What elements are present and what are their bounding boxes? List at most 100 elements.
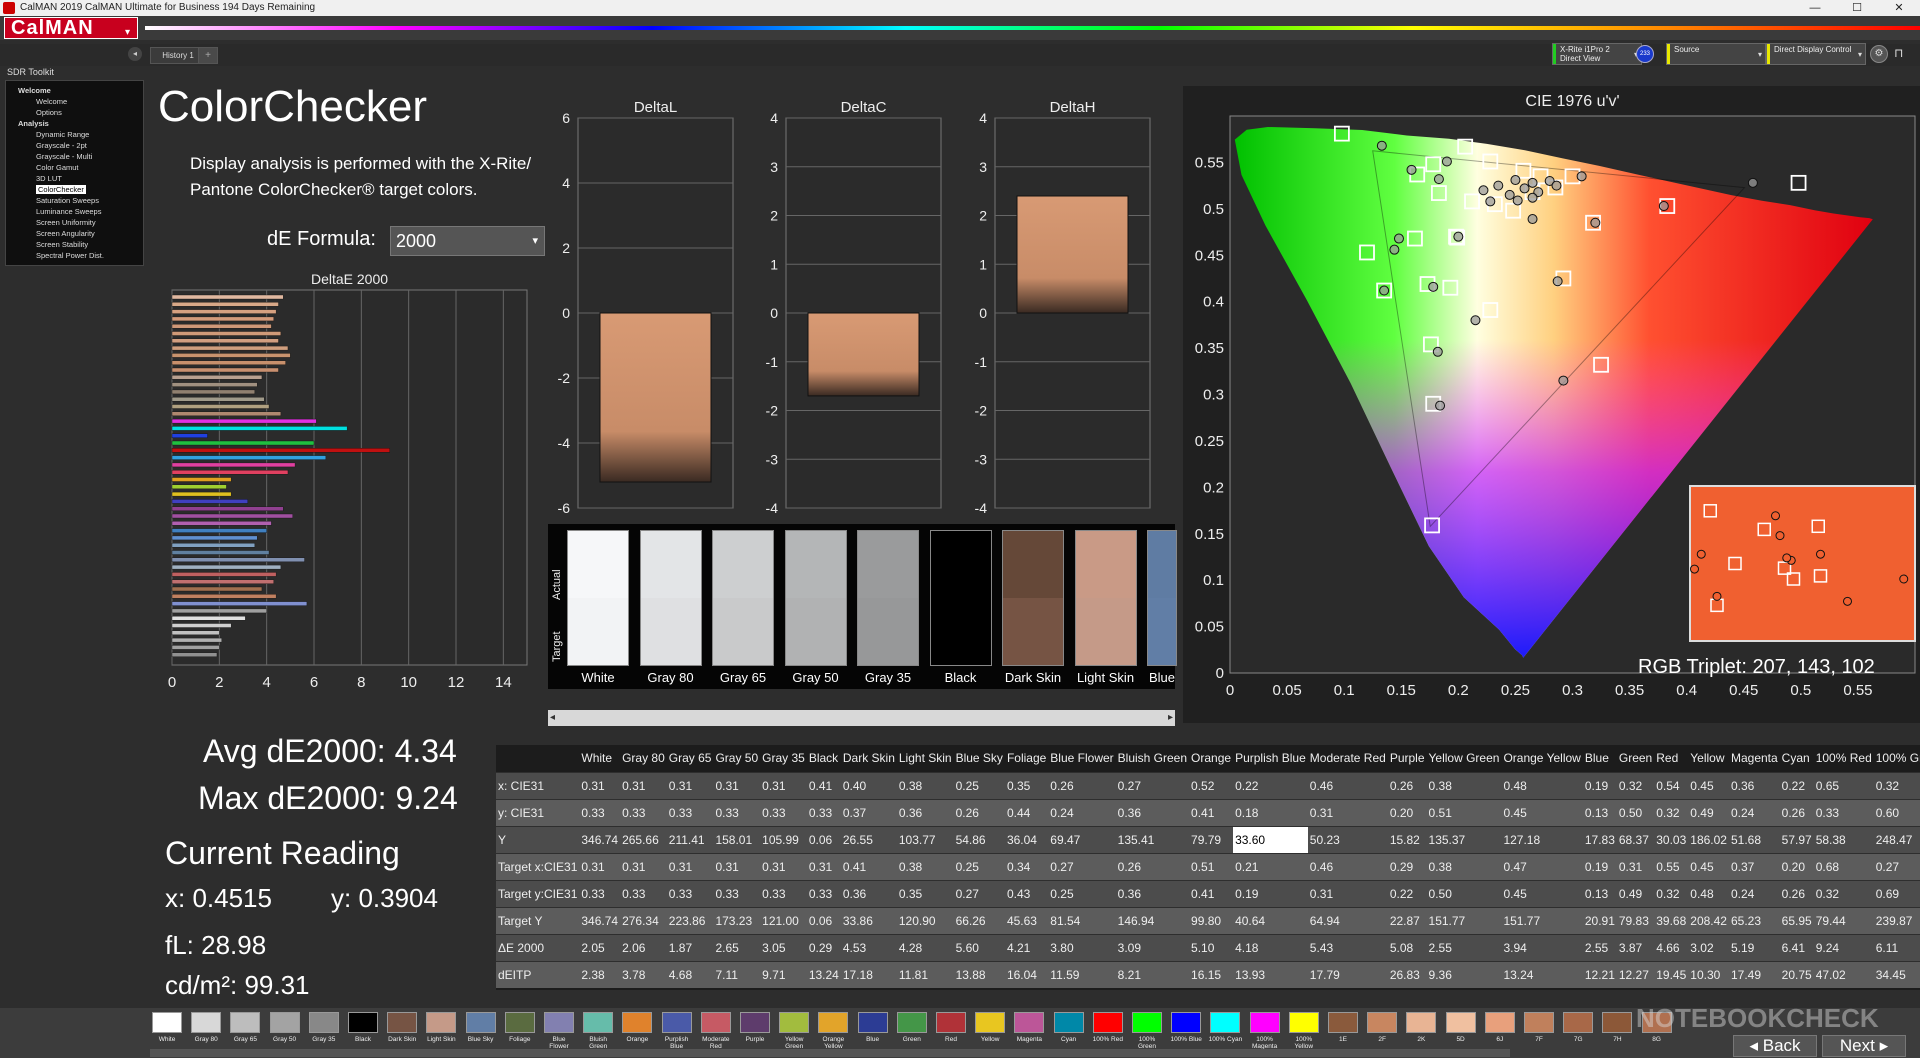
back-button[interactable]: ◂ Back	[1733, 1035, 1817, 1057]
patch-chip[interactable]: 2K	[1404, 1012, 1438, 1052]
calman-window: CalMAN 2019 CalMAN Ultimate for Business…	[0, 0, 1920, 1058]
swatch-scrollbar[interactable]: ◂ ▸	[548, 710, 1175, 726]
patch-chip[interactable]: 100% Magenta	[1248, 1012, 1282, 1052]
deltae-bar	[171, 513, 293, 519]
sidebar-item-grayscale-multi[interactable]: Grayscale - Multi	[14, 151, 143, 162]
patch-chip[interactable]: 100% Cyan	[1208, 1012, 1242, 1052]
patch-chip[interactable]: 100% Red	[1091, 1012, 1125, 1052]
swatch-gray-80[interactable]	[639, 530, 702, 666]
deltae-bar	[171, 469, 289, 475]
patch-chip[interactable]: 100% Blue	[1169, 1012, 1203, 1052]
patch-chip[interactable]: Gray 80	[189, 1012, 223, 1052]
scroll-right-icon[interactable]: ▸	[1168, 712, 1173, 723]
swatch-black[interactable]	[929, 530, 992, 666]
patch-chip[interactable]: Bluish Green	[581, 1012, 615, 1052]
patch-chip[interactable]: 1E	[1326, 1012, 1360, 1052]
patch-chip[interactable]: 100% Yellow	[1287, 1012, 1321, 1052]
swatch-gray-65[interactable]	[712, 530, 774, 666]
maximize-button[interactable]: ☐	[1836, 0, 1878, 16]
table-row: Target y:CIE31 0.33 0.33 0.33 0.33 0.33 0.33 0.…	[496, 879, 1920, 907]
sidebar-item-3d-lut[interactable]: 3D LUT	[14, 173, 143, 184]
patch-chip[interactable]: Purplish Blue	[660, 1012, 694, 1052]
patch-chip[interactable]: Moderate Red	[699, 1012, 733, 1052]
sidebar-item-spectral-power-dist-[interactable]: Spectral Power Dist.	[14, 250, 143, 261]
patch-chip[interactable]: Yellow Green	[777, 1012, 811, 1052]
source-selector[interactable]: Source ▾	[1666, 43, 1766, 65]
swatch-white[interactable]	[567, 530, 629, 666]
current-reading-title: Current Reading	[165, 835, 400, 871]
sidebar-item-colorchecker[interactable]: ColorChecker	[14, 184, 143, 195]
sidebar-item-welcome[interactable]: Welcome	[14, 85, 143, 96]
deltae-2000-chart: DeltaE 2000 0 2 4 6 8 10 12 14	[168, 271, 528, 691]
patch-chip[interactable]: Orange Yellow	[816, 1012, 850, 1052]
patch-chip[interactable]: Black	[346, 1012, 380, 1052]
table-cell: 0.26	[1779, 879, 1814, 907]
patch-scrollbar[interactable]	[150, 1049, 1510, 1057]
y-tick-label: 3	[979, 159, 987, 175]
sidebar-item-analysis[interactable]: Analysis	[14, 118, 143, 129]
sidebar-item-screen-uniformity[interactable]: Screen Uniformity	[14, 217, 143, 228]
table-cell: 0.31	[1307, 798, 1388, 826]
sidebar-item-screen-stability[interactable]: Screen Stability	[14, 239, 143, 250]
patch-chip[interactable]: White	[150, 1012, 184, 1052]
sidebar-item-luminance-sweeps[interactable]: Luminance Sweeps	[14, 206, 143, 217]
patch-chip[interactable]: Dark Skin	[385, 1012, 419, 1052]
patch-chip[interactable]: Gray 50	[268, 1012, 302, 1052]
pin-icon[interactable]: ⊓	[1894, 46, 1908, 62]
patch-chip[interactable]: Magenta	[1012, 1012, 1046, 1052]
patch-chip[interactable]: 5D	[1444, 1012, 1478, 1052]
actual-marker	[1406, 164, 1417, 175]
de-formula-select[interactable]: 2000 ▾	[390, 226, 545, 256]
patch-chip[interactable]: Blue Flower	[542, 1012, 576, 1052]
sidebar-item-screen-angularity[interactable]: Screen Angularity	[14, 228, 143, 239]
scroll-left-icon[interactable]: ◂	[550, 712, 555, 723]
patch-chip[interactable]: 7F	[1522, 1012, 1556, 1052]
patch-chip[interactable]: 100% Green	[1130, 1012, 1164, 1052]
settings-gear-icon[interactable]: ⚙	[1870, 45, 1888, 63]
deltae-bar	[171, 623, 232, 628]
patch-chip[interactable]: Yellow	[973, 1012, 1007, 1052]
patch-chip[interactable]: Blue	[856, 1012, 890, 1052]
patch-chip[interactable]: Green	[895, 1012, 929, 1052]
add-tab-button[interactable]: +	[198, 47, 218, 64]
patch-label: 7G	[1573, 1036, 1583, 1043]
calman-menu-button[interactable]: CalMAN ▾	[4, 17, 138, 39]
patch-chip[interactable]: Cyan	[1052, 1012, 1086, 1052]
meter-selector[interactable]: X-Rite i1Pro 2 Direct View ▾	[1552, 43, 1642, 65]
sidebar-item-grayscale-2pt[interactable]: Grayscale - 2pt	[14, 140, 143, 151]
sidebar-item-options[interactable]: Options	[14, 107, 143, 118]
collapse-sidebar-icon[interactable]: ◂	[128, 47, 142, 61]
patch-color	[387, 1012, 418, 1033]
sidebar-item-dynamic-range[interactable]: Dynamic Range	[14, 129, 143, 140]
sidebar-item-color-gamut[interactable]: Color Gamut	[14, 162, 143, 173]
table-cell: 0.33	[666, 879, 714, 907]
patch-chip[interactable]: Blue Sky	[464, 1012, 498, 1052]
table-cell: 0.26	[1387, 771, 1427, 799]
patch-chip[interactable]: Red	[934, 1012, 968, 1052]
patch-chip[interactable]: Gray 65	[228, 1012, 262, 1052]
patch-chip[interactable]: Orange	[620, 1012, 654, 1052]
patch-chip[interactable]: 7H	[1600, 1012, 1634, 1052]
deltae-bar	[171, 324, 272, 329]
table-cell: 3.94	[1501, 933, 1583, 961]
patch-chip[interactable]: Foliage	[503, 1012, 537, 1052]
swatch-dark-skin[interactable]	[1002, 530, 1064, 666]
swatch-gray-35[interactable]	[857, 530, 919, 666]
minimize-button[interactable]: —	[1794, 0, 1836, 16]
patch-chip[interactable]: Purple	[738, 1012, 772, 1052]
sidebar-item-saturation-sweeps[interactable]: Saturation Sweeps	[14, 195, 143, 206]
display-control-selector[interactable]: Direct Display Control ▾	[1766, 43, 1866, 65]
sidebar-item-welcome[interactable]: Welcome	[14, 96, 143, 107]
patch-chip[interactable]: Gray 35	[307, 1012, 341, 1052]
patch-chip[interactable]: 2F	[1365, 1012, 1399, 1052]
patch-chip[interactable]: 7G	[1561, 1012, 1595, 1052]
table-cell: 208.42	[1688, 906, 1729, 934]
swatch-light-skin[interactable]	[1074, 530, 1137, 666]
table-cell: 0.32	[1654, 879, 1689, 907]
patch-chip[interactable]: 6J	[1483, 1012, 1517, 1052]
patch-chip[interactable]: Light Skin	[424, 1012, 458, 1052]
next-button[interactable]: Next ▸	[1822, 1035, 1906, 1057]
close-button[interactable]: ✕	[1878, 0, 1920, 16]
swatch-gray-50[interactable]	[784, 530, 847, 666]
swatch-blue[interactable]	[1147, 530, 1177, 666]
